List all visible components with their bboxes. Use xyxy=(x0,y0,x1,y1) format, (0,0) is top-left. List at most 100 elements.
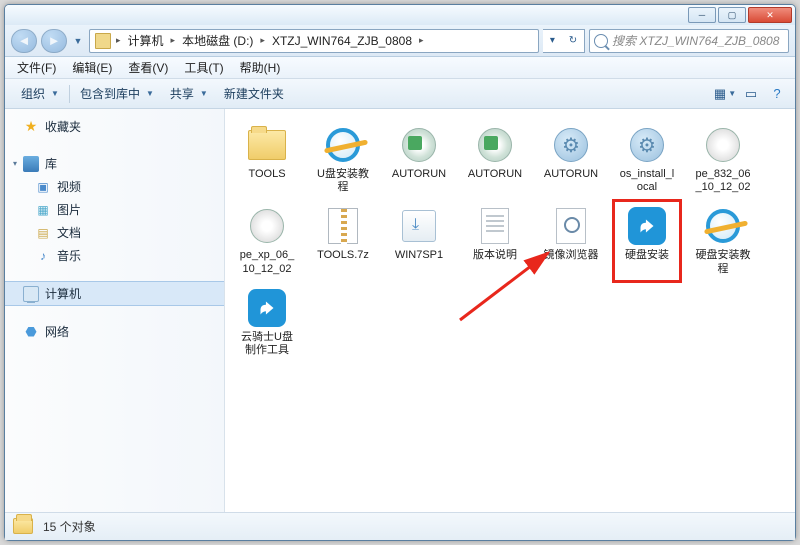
minimize-button[interactable]: ─ xyxy=(688,7,716,23)
file-item[interactable]: AUTORUN xyxy=(539,121,603,198)
chevron-right-icon[interactable]: ▸ xyxy=(169,35,178,46)
search-input[interactable]: 搜索 XTZJ_WIN764_ZJB_0808 xyxy=(589,29,789,53)
file-label: 硬盘安装 xyxy=(625,249,669,262)
computer-icon xyxy=(23,286,39,302)
chevron-right-icon[interactable]: ▸ xyxy=(258,35,267,46)
file-item[interactable]: 镜像浏览器 xyxy=(539,202,603,279)
star-icon: ★ xyxy=(23,119,39,135)
sidebar-network[interactable]: 网络 xyxy=(5,320,224,343)
folder-icon xyxy=(13,518,33,536)
help-button[interactable]: ? xyxy=(767,85,787,103)
sidebar-item-label: 收藏夹 xyxy=(45,118,81,135)
discgreen-icon xyxy=(397,125,441,165)
file-item[interactable]: TOOLS xyxy=(235,121,299,198)
search-icon xyxy=(594,34,608,48)
file-label: pe_xp_06_10_12_02 xyxy=(239,249,295,275)
title-bar: ─ ▢ ✕ xyxy=(5,5,795,25)
folder-icon xyxy=(95,33,111,49)
sidebar-computer[interactable]: 计算机 xyxy=(5,281,224,306)
explorer-window: ─ ▢ ✕ ◄ ► ▼ ▸ 计算机 ▸ 本地磁盘 (D:) ▸ XTZJ_WIN… xyxy=(4,4,796,541)
discgreen-icon xyxy=(473,125,517,165)
txt-icon xyxy=(473,206,517,246)
menu-tools[interactable]: 工具(T) xyxy=(176,57,231,78)
search-placeholder: 搜索 XTZJ_WIN764_ZJB_0808 xyxy=(612,32,779,49)
file-label: TOOLS xyxy=(248,168,285,181)
organize-button[interactable]: 组织▼ xyxy=(13,81,67,106)
blue-icon xyxy=(245,288,289,328)
new-folder-button[interactable]: 新建文件夹 xyxy=(216,81,292,106)
sidebar-item-label: 视频 xyxy=(57,178,81,195)
breadcrumb[interactable]: ▸ 计算机 ▸ 本地磁盘 (D:) ▸ XTZJ_WIN764_ZJB_0808… xyxy=(89,29,539,53)
breadcrumb-seg-drive[interactable]: 本地磁盘 (D:) xyxy=(177,30,258,52)
file-label: AUTORUN xyxy=(392,168,446,181)
menu-bar: 文件(F) 编辑(E) 查看(V) 工具(T) 帮助(H) xyxy=(5,57,795,79)
address-actions: ▾ ↻ xyxy=(543,29,585,53)
sidebar-item-music[interactable]: 音乐 xyxy=(5,244,224,267)
folder-icon xyxy=(245,125,289,165)
menu-view[interactable]: 查看(V) xyxy=(120,57,176,78)
sidebar-item-label: 图片 xyxy=(57,201,81,218)
file-label: pe_832_06_10_12_02 xyxy=(695,168,751,194)
file-label: TOOLS.7z xyxy=(317,249,369,262)
discplain-icon xyxy=(701,125,745,165)
document-icon xyxy=(35,225,51,241)
menu-file[interactable]: 文件(F) xyxy=(9,57,64,78)
file-label: os_install_local xyxy=(619,168,675,194)
sidebar-item-label: 库 xyxy=(45,155,57,172)
chevron-right-icon[interactable]: ▸ xyxy=(417,35,426,46)
file-item[interactable]: pe_xp_06_10_12_02 xyxy=(235,202,299,279)
view-options-button[interactable]: ▦▼ xyxy=(715,85,735,103)
breadcrumb-seg-folder[interactable]: XTZJ_WIN764_ZJB_0808 xyxy=(267,30,417,52)
sidebar-item-documents[interactable]: 文档 xyxy=(5,221,224,244)
separator xyxy=(69,85,70,103)
file-item[interactable]: os_install_local xyxy=(615,121,679,198)
file-item[interactable]: TOOLS.7z xyxy=(311,202,375,279)
sidebar-item-videos[interactable]: 视频 xyxy=(5,175,224,198)
chevron-down-icon: ▼ xyxy=(146,89,154,98)
file-item[interactable]: AUTORUN xyxy=(463,121,527,198)
breadcrumb-seg-computer[interactable]: 计算机 xyxy=(123,30,169,52)
address-bar-row: ◄ ► ▼ ▸ 计算机 ▸ 本地磁盘 (D:) ▸ XTZJ_WIN764_ZJ… xyxy=(5,25,795,57)
chevron-down-icon: ▼ xyxy=(200,89,208,98)
nav-history-dropdown[interactable]: ▼ xyxy=(71,29,85,53)
sidebar-favorites[interactable]: ★ 收藏夹 xyxy=(5,115,224,138)
share-button[interactable]: 共享▼ xyxy=(162,81,216,106)
nav-back-button[interactable]: ◄ xyxy=(11,29,37,53)
menu-help[interactable]: 帮助(H) xyxy=(232,57,289,78)
chevron-right-icon[interactable]: ▸ xyxy=(114,35,123,46)
file-label: 镜像浏览器 xyxy=(544,249,599,262)
gear-icon xyxy=(549,125,593,165)
refresh-icon[interactable]: ↻ xyxy=(569,35,577,46)
picture-icon xyxy=(35,202,51,218)
sidebar-item-pictures[interactable]: 图片 xyxy=(5,198,224,221)
chevron-down-icon: ▼ xyxy=(51,89,59,98)
body: ★ 收藏夹 ▾ 库 视频 图片 xyxy=(5,109,795,512)
include-library-button[interactable]: 包含到库中▼ xyxy=(72,81,162,106)
file-item[interactable]: AUTORUN xyxy=(387,121,451,198)
close-button[interactable]: ✕ xyxy=(748,7,792,23)
file-item[interactable]: U盘安装教程 xyxy=(311,121,375,198)
nav-forward-button[interactable]: ► xyxy=(41,29,67,53)
status-bar: 15 个对象 xyxy=(5,512,795,540)
menu-edit[interactable]: 编辑(E) xyxy=(64,57,120,78)
file-item[interactable]: pe_832_06_10_12_02 xyxy=(691,121,755,198)
file-list[interactable]: TOOLS U盘安装教程 AUTORUN AUTORUN AUTORUN os_… xyxy=(225,109,795,512)
chevron-down-icon[interactable]: ▾ xyxy=(550,35,555,46)
preview-pane-button[interactable]: ▭ xyxy=(741,85,761,103)
sidebar-item-label: 文档 xyxy=(57,224,81,241)
file-item[interactable]: 版本说明 xyxy=(463,202,527,279)
zip-icon xyxy=(321,206,365,246)
file-item[interactable]: WIN7SP1 xyxy=(387,202,451,279)
file-label: U盘安装教程 xyxy=(315,168,371,194)
blue-icon xyxy=(625,206,669,246)
command-bar: 组织▼ 包含到库中▼ 共享▼ 新建文件夹 ▦▼ ▭ ? xyxy=(5,79,795,109)
file-item[interactable]: 云骑士U盘制作工具 xyxy=(235,284,299,361)
file-label: 硬盘安装教程 xyxy=(695,249,751,275)
file-item[interactable]: 硬盘安装教程 xyxy=(691,202,755,279)
ie-icon xyxy=(701,206,745,246)
box-icon xyxy=(397,206,441,246)
library-icon xyxy=(23,156,39,172)
file-item[interactable]: 硬盘安装 xyxy=(615,202,679,279)
sidebar-libraries[interactable]: ▾ 库 xyxy=(5,152,224,175)
maximize-button[interactable]: ▢ xyxy=(718,7,746,23)
